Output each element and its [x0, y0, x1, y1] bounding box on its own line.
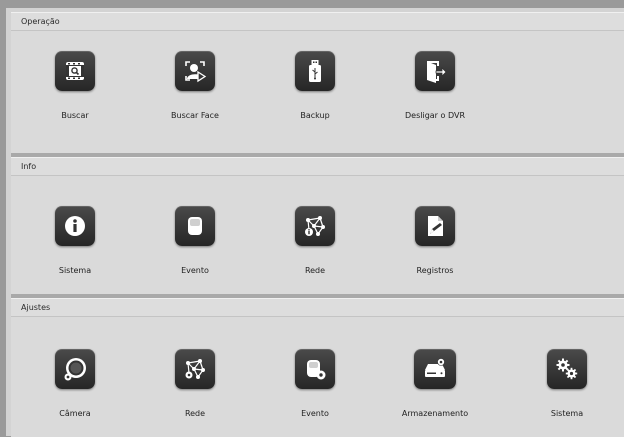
menu-item-desligar[interactable]: Desligar o DVR [385, 51, 485, 120]
network-settings-icon [175, 349, 215, 389]
video-search-icon [55, 51, 95, 91]
menu-item-label: Armazenamento [401, 409, 469, 418]
info-icon [55, 206, 95, 246]
main-menu: Operação Buscar Buscar Face Backup Desli… [6, 8, 624, 437]
menu-item-label: Sistema [550, 409, 584, 418]
menu-item-ajustes-rede[interactable]: Rede [145, 349, 245, 418]
menu-item-buscar-face[interactable]: Buscar Face [145, 51, 245, 120]
event-settings-icon [295, 349, 335, 389]
menu-item-ajustes-sistema[interactable]: Sistema [517, 349, 617, 418]
storage-settings-icon [414, 349, 456, 389]
event-sensor-icon [175, 206, 215, 246]
network-info-icon [295, 206, 335, 246]
menu-item-info-registros[interactable]: Registros [385, 206, 485, 275]
section-title-info: Info [11, 158, 624, 176]
section-ajustes: Ajustes Câmera Rede Evento Armazenamento… [11, 298, 624, 437]
camera-settings-icon [55, 349, 95, 389]
log-document-icon [415, 206, 455, 246]
menu-item-label: Rede [184, 409, 206, 418]
section-title-ajustes: Ajustes [11, 299, 624, 317]
menu-item-info-rede[interactable]: Rede [265, 206, 365, 275]
menu-item-label: Desligar o DVR [405, 111, 465, 120]
menu-item-label: Buscar [61, 111, 89, 120]
menu-item-label: Backup [300, 111, 330, 120]
face-search-icon [175, 51, 215, 91]
usb-drive-icon [295, 51, 335, 91]
menu-item-camera[interactable]: Câmera [25, 349, 125, 418]
menu-item-backup[interactable]: Backup [265, 51, 365, 120]
menu-item-armazenamento[interactable]: Armazenamento [385, 349, 485, 418]
menu-item-label: Câmera [59, 409, 91, 418]
menu-item-label: Buscar Face [171, 111, 219, 120]
section-title-operacao: Operação [11, 13, 624, 31]
logout-icon [415, 51, 455, 91]
system-gears-icon [547, 349, 587, 389]
menu-item-buscar[interactable]: Buscar [25, 51, 125, 120]
section-info: Info Sistema Evento Rede Registros [11, 157, 624, 294]
menu-item-label: Evento [181, 266, 209, 275]
menu-item-info-evento[interactable]: Evento [145, 206, 245, 275]
menu-item-ajustes-evento[interactable]: Evento [265, 349, 365, 418]
section-operacao: Operação Buscar Buscar Face Backup Desli… [11, 12, 624, 153]
menu-item-label: Sistema [58, 266, 92, 275]
menu-item-info-sistema[interactable]: Sistema [25, 206, 125, 275]
menu-item-label: Rede [304, 266, 326, 275]
menu-item-label: Evento [301, 409, 329, 418]
menu-item-label: Registros [416, 266, 454, 275]
